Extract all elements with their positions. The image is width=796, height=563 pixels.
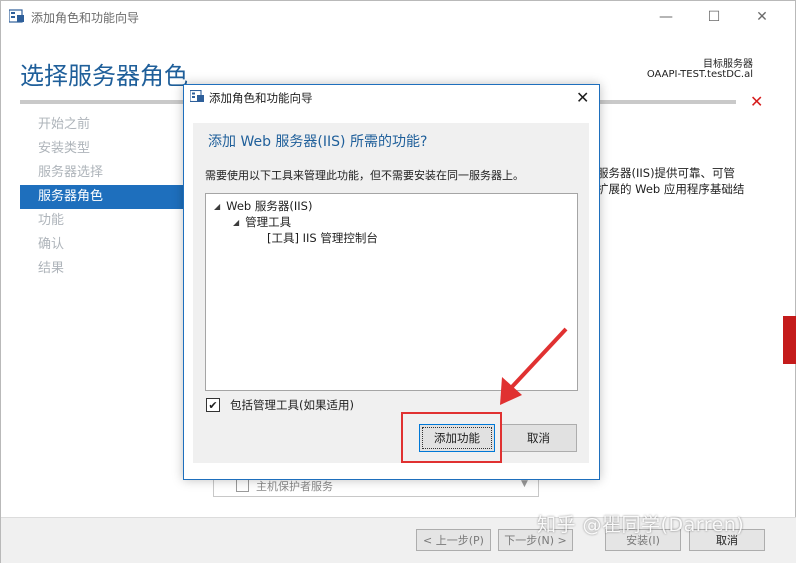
background-window-edge — [783, 316, 796, 364]
tree-item-label: Web 服务器(IIS) — [226, 199, 313, 213]
annotation-arrow-icon — [500, 327, 568, 405]
error-icon: ✕ — [750, 92, 764, 111]
title-bar: 添加角色和功能向导 — ☐ ✕ — [1, 1, 795, 32]
role-description-line: 扩展的 Web 应用程序基础结 — [597, 182, 745, 196]
minimize-button[interactable]: — — [643, 1, 689, 32]
server-manager-icon — [190, 90, 204, 102]
tree-item-label: 管理工具 — [245, 215, 292, 229]
destination-server-name: OAAPI-TEST.testDC.al — [646, 69, 753, 80]
previous-button[interactable]: < 上一步(P) — [416, 529, 491, 551]
role-description: 服务器(IIS)提供可靠、可管 扩展的 Web 应用程序基础结 — [597, 165, 796, 197]
close-window-button[interactable]: ✕ — [739, 1, 785, 32]
dialog-close-button[interactable]: ✕ — [576, 88, 589, 107]
wizard-nav: 开始之前 安装类型 服务器选择 服务器角色 功能 确认 结果 — [20, 113, 186, 281]
dialog-title: 添加角色和功能向导 — [209, 91, 313, 105]
watermark-text: 知乎 @瞿同学(Darren) — [537, 514, 745, 536]
collapse-arrow-icon[interactable]: ◢ — [233, 218, 239, 227]
tree-item-label: [工具] IIS 管理控制台 — [267, 231, 378, 245]
page-title: 选择服务器角色 — [20, 62, 188, 90]
nav-item-server-selection[interactable]: 服务器选择 — [20, 161, 186, 185]
nav-item-installation-type[interactable]: 安装类型 — [20, 137, 186, 161]
nav-item-confirmation[interactable]: 确认 — [20, 233, 186, 257]
window-title: 添加角色和功能向导 — [31, 11, 140, 25]
nav-item-features[interactable]: 功能 — [20, 209, 186, 233]
dialog-description: 需要使用以下工具来管理此功能，但不需要安装在同一服务器上。 — [205, 169, 524, 182]
role-item-label: 主机保护者服务 — [256, 480, 333, 493]
server-manager-icon — [9, 9, 24, 23]
maximize-button[interactable]: ☐ — [691, 1, 737, 32]
nav-item-results[interactable]: 结果 — [20, 257, 186, 281]
collapse-arrow-icon[interactable]: ◢ — [214, 202, 220, 211]
tree-item-management-tools[interactable]: ◢ 管理工具 — [233, 214, 291, 230]
nav-item-before-you-begin[interactable]: 开始之前 — [20, 113, 186, 137]
dialog-cancel-button[interactable]: 取消 — [500, 424, 577, 452]
scroll-down-icon[interactable]: ▼ — [521, 479, 528, 489]
add-features-dialog: 添加角色和功能向导 ✕ 添加 Web 服务器(IIS) 所需的功能? 需要使用以… — [183, 84, 600, 480]
include-tools-checkbox[interactable]: ✔ — [206, 398, 220, 412]
role-checkbox[interactable] — [236, 479, 249, 492]
tree-item-web-server[interactable]: ◢ Web 服务器(IIS) — [214, 198, 312, 214]
role-description-line: 服务器(IIS)提供可靠、可管 — [597, 166, 736, 180]
nav-item-server-roles[interactable]: 服务器角色 — [20, 185, 186, 209]
tree-item-iis-console[interactable]: [工具] IIS 管理控制台 — [267, 230, 378, 246]
dialog-title-bar: 添加角色和功能向导 ✕ — [184, 85, 599, 109]
annotation-highlight-box — [401, 412, 502, 463]
include-tools-label[interactable]: 包括管理工具(如果适用) — [230, 397, 354, 413]
dialog-heading: 添加 Web 服务器(IIS) 所需的功能? — [208, 134, 428, 150]
destination-server-label: 目标服务器 — [703, 59, 753, 70]
